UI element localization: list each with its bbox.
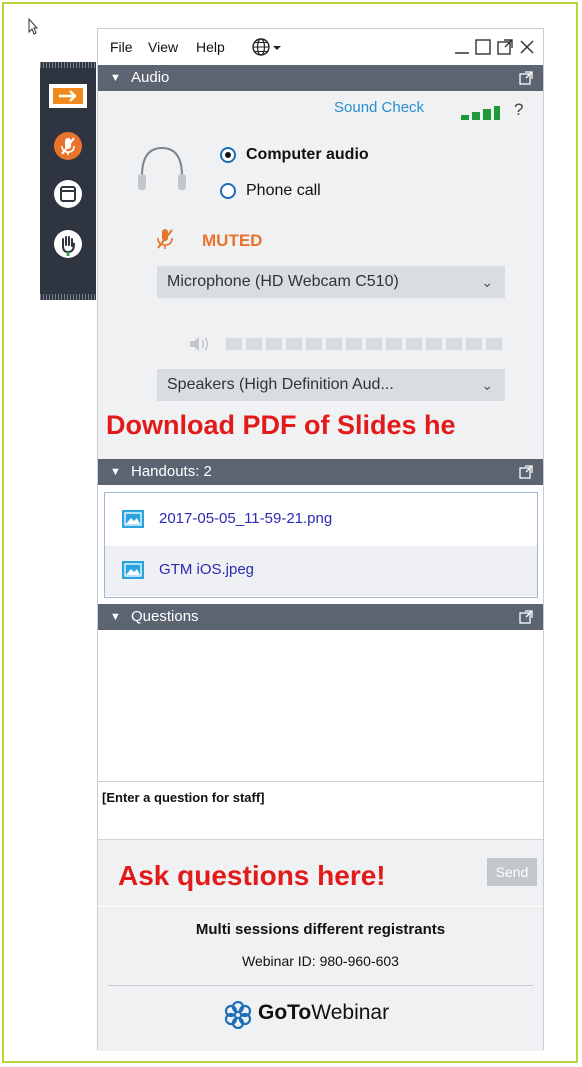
mouse-cursor-icon [28,18,38,35]
close-icon[interactable] [518,37,536,57]
menu-view[interactable]: View [148,39,178,55]
questions-header-label: Questions [131,608,199,625]
session-footer: Multi sessions different registrants Web… [98,907,543,1051]
audio-header-label: Audio [131,69,170,86]
microphone-muted-icon [54,132,82,160]
sidebar-grip-bottom[interactable] [40,294,96,300]
microphone-select[interactable]: Microphone (HD Webcam C510) ⌄ [157,266,505,298]
speakers-select[interactable]: Speakers (High Definition Aud... ⌄ [157,369,505,401]
popout-section-icon[interactable] [519,71,533,85]
collapse-triangle-icon: ▼ [110,72,121,84]
send-button[interactable]: Send [487,858,537,886]
question-input-placeholder: [Enter a question for staff] [102,790,265,805]
control-sidebar [40,62,96,300]
footer-divider [108,985,533,986]
image-file-icon [122,510,144,528]
muted-label: MUTED [202,231,263,250]
phone-call-radio[interactable] [220,183,236,199]
collapse-triangle-icon: ▼ [110,466,121,478]
menu-file[interactable]: File [110,39,133,55]
screen-view-button[interactable] [40,170,96,218]
popout-icon[interactable] [496,37,514,57]
brand-part-2: Webinar [311,1001,390,1024]
questions-section-header[interactable]: ▼ Questions [98,604,543,630]
handouts-list: 2017-05-05_11-59-21.png GTM iOS.jpeg [104,492,538,598]
raise-hand-button[interactable] [40,220,96,268]
mic-toggle-button[interactable] [40,122,96,170]
raise-hand-icon [54,230,82,258]
gotowebinar-logo-icon [224,1001,252,1029]
handouts-section-header[interactable]: ▼ Handouts: 2 [98,459,543,485]
brand-part-1: GoTo [258,1001,312,1024]
question-input[interactable]: [Enter a question for staff] [98,781,543,839]
microphone-muted-icon[interactable] [154,227,176,251]
headset-icon [138,146,186,190]
handouts-header-label: Handouts: 2 [131,463,212,480]
handout-filename[interactable]: GTM iOS.jpeg [159,561,254,578]
speaker-volume-meter [190,337,502,351]
ask-questions-annotation: Ask questions here! [118,860,386,891]
handout-filename[interactable]: 2017-05-05_11-59-21.png [159,510,332,527]
sound-check-link[interactable]: Sound Check [334,99,424,116]
minimize-icon[interactable] [453,37,471,57]
handout-item[interactable]: GTM iOS.jpeg [105,546,537,596]
phone-call-label[interactable]: Phone call [246,182,321,200]
collapse-panel-button[interactable] [40,72,96,120]
window-icon [54,180,82,208]
collapse-triangle-icon: ▼ [110,611,121,623]
image-file-icon [122,561,144,579]
menu-bar: File View Help [98,29,543,65]
menu-help[interactable]: Help [196,39,225,55]
webinar-id: Webinar ID: 980-960-603 [242,953,399,969]
popout-section-icon[interactable] [519,610,533,624]
gotowebinar-wordmark: GoToWebinar [258,1001,389,1025]
audio-help-icon[interactable]: ? [514,100,523,120]
microphone-select-value: Microphone (HD Webcam C510) [167,273,399,290]
sidebar-grip-top[interactable] [40,62,96,68]
chevron-down-icon: ⌄ [481,274,493,290]
download-pdf-annotation: Download PDF of Slides he [106,410,456,440]
session-title: Multi sessions different registrants [195,921,446,938]
computer-audio-radio[interactable] [220,147,236,163]
handout-item[interactable]: 2017-05-05_11-59-21.png [105,495,537,545]
language-globe-icon[interactable] [251,37,285,57]
arrow-right-icon [49,84,87,108]
speakers-select-value: Speakers (High Definition Aud... [167,376,394,393]
control-panel: File View Help ▼ Audio Sound Check ? Com… [97,28,544,1051]
popout-section-icon[interactable] [519,465,533,479]
computer-audio-label[interactable]: Computer audio [246,146,369,164]
audio-section-header[interactable]: ▼ Audio [98,65,543,91]
maximize-icon[interactable] [474,37,492,57]
signal-strength-icon [461,106,500,120]
chevron-down-icon: ⌄ [481,377,493,393]
